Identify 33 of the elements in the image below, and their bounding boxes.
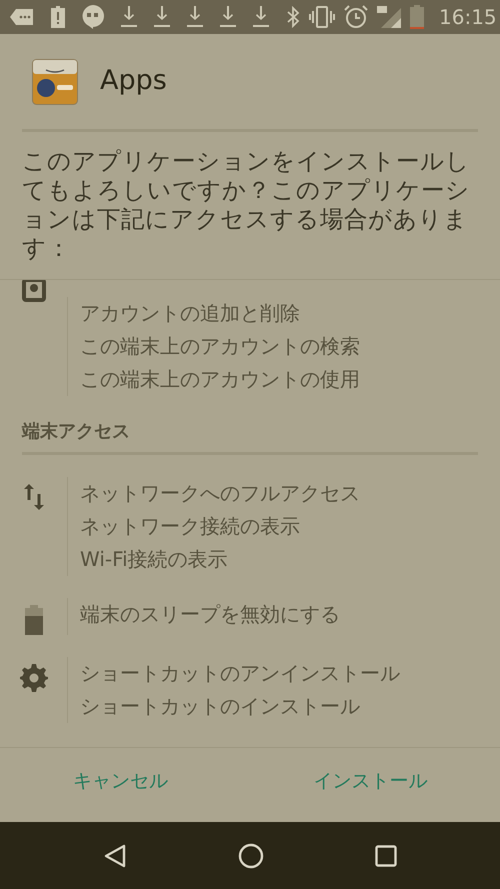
permission-text: 端末のスリープを無効にする: [80, 601, 340, 628]
bluetooth-icon: [286, 6, 300, 28]
permission-text: Wi-Fi接続の表示: [80, 546, 229, 573]
vibrate-icon: [309, 6, 335, 28]
download-icon: [154, 6, 170, 28]
cancel-button[interactable]: キャンセル: [64, 761, 176, 802]
signal-icon: [377, 6, 401, 28]
install-button[interactable]: インストール: [305, 761, 436, 802]
permission-text: ネットワークへのフルアクセス: [80, 480, 360, 507]
download-icon: [187, 6, 203, 28]
download-icon: [220, 6, 236, 28]
data-transfer-icon: [22, 484, 44, 510]
alarm-icon: [344, 5, 368, 29]
chat-icon: [82, 5, 104, 29]
permission-text: ネットワーク接続の表示: [80, 513, 301, 540]
battery-icon: [410, 5, 424, 29]
section-heading: 端末アクセス: [22, 418, 478, 455]
permission-text: この端末上のアカウントの使用: [80, 366, 360, 393]
dialog-title: Apps: [100, 64, 167, 98]
permission-text: この端末上のアカウントの検索: [80, 333, 360, 360]
dialog-message: このアプリケーションをインストールしてもよろしいですか？このアプリケーションは下記にアクセスする場合があります：: [21, 146, 471, 264]
download-icon: [121, 6, 137, 28]
alert-icon: [51, 6, 65, 28]
app-logo-icon: [32, 58, 78, 104]
permission-text: ショートカットのインストール: [80, 693, 361, 720]
permission-text: アカウントの追加と削除: [80, 300, 301, 327]
more-icon: [10, 8, 34, 26]
clock-time: 16:15: [439, 4, 497, 31]
permission-text: ショートカットのアンインストール: [80, 660, 400, 687]
account-icon: [22, 280, 46, 302]
download-icon: [253, 6, 269, 28]
settings-icon: [20, 664, 48, 692]
battery-icon: [24, 605, 42, 635]
